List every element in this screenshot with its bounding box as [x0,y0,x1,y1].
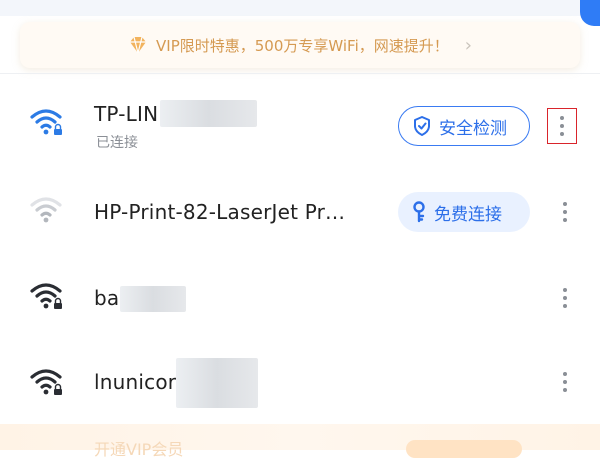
wifi-row[interactable]: HP-Print-82-LaserJet Pr… 免费连接 [0,176,600,246]
wifi-ssid: HP-Print-82-LaserJet Pr… [94,200,346,224]
more-options-button[interactable] [550,280,580,316]
more-options-button[interactable] [550,364,580,400]
vip-bottom-button[interactable] [406,440,522,458]
security-check-label: 安全检测 [439,118,507,139]
shield-check-icon [414,116,430,136]
top-bar-accent [580,0,600,26]
wifi-signal-locked-icon [30,282,66,312]
more-options-button[interactable] [550,194,580,230]
free-connect-label: 免费连接 [434,204,502,225]
wifi-row[interactable]: lnunicor [0,348,600,418]
top-bar [0,0,600,16]
more-vertical-icon [563,288,567,308]
wifi-status: 已连接 [96,135,138,151]
chevron-right-icon: › [464,34,472,56]
vip-promo-text: VIP限时特惠，500万专享WiFi，网速提升！ [156,36,449,55]
wifi-ssid: ba [94,286,120,310]
security-check-button[interactable]: 安全检测 [398,106,530,146]
free-connect-button[interactable]: 免费连接 [398,192,530,232]
vip-bottom-text: 开通VIP会员 [94,440,184,459]
vip-diamond-icon [128,35,148,55]
wifi-row-connected[interactable]: TP-LIN 已连接 安全检测 [0,88,600,158]
wifi-ssid: TP-LIN [94,102,159,126]
wifi-signal-weak-icon [30,196,66,226]
redaction-mask [120,286,186,312]
more-vertical-icon [560,116,564,136]
key-icon [413,201,425,223]
redaction-mask [160,100,257,127]
wifi-signal-locked-icon [30,108,66,138]
more-vertical-icon [563,372,567,392]
vip-promo-banner[interactable]: VIP限时特惠，500万专享WiFi，网速提升！ › [20,22,580,68]
divider [0,73,600,74]
wifi-row[interactable]: ba [0,262,600,332]
more-options-button[interactable] [547,108,577,144]
wifi-ssid: lnunicor [94,370,177,394]
wifi-signal-locked-icon [30,368,66,398]
more-vertical-icon [563,202,567,222]
redaction-mask [176,358,258,408]
